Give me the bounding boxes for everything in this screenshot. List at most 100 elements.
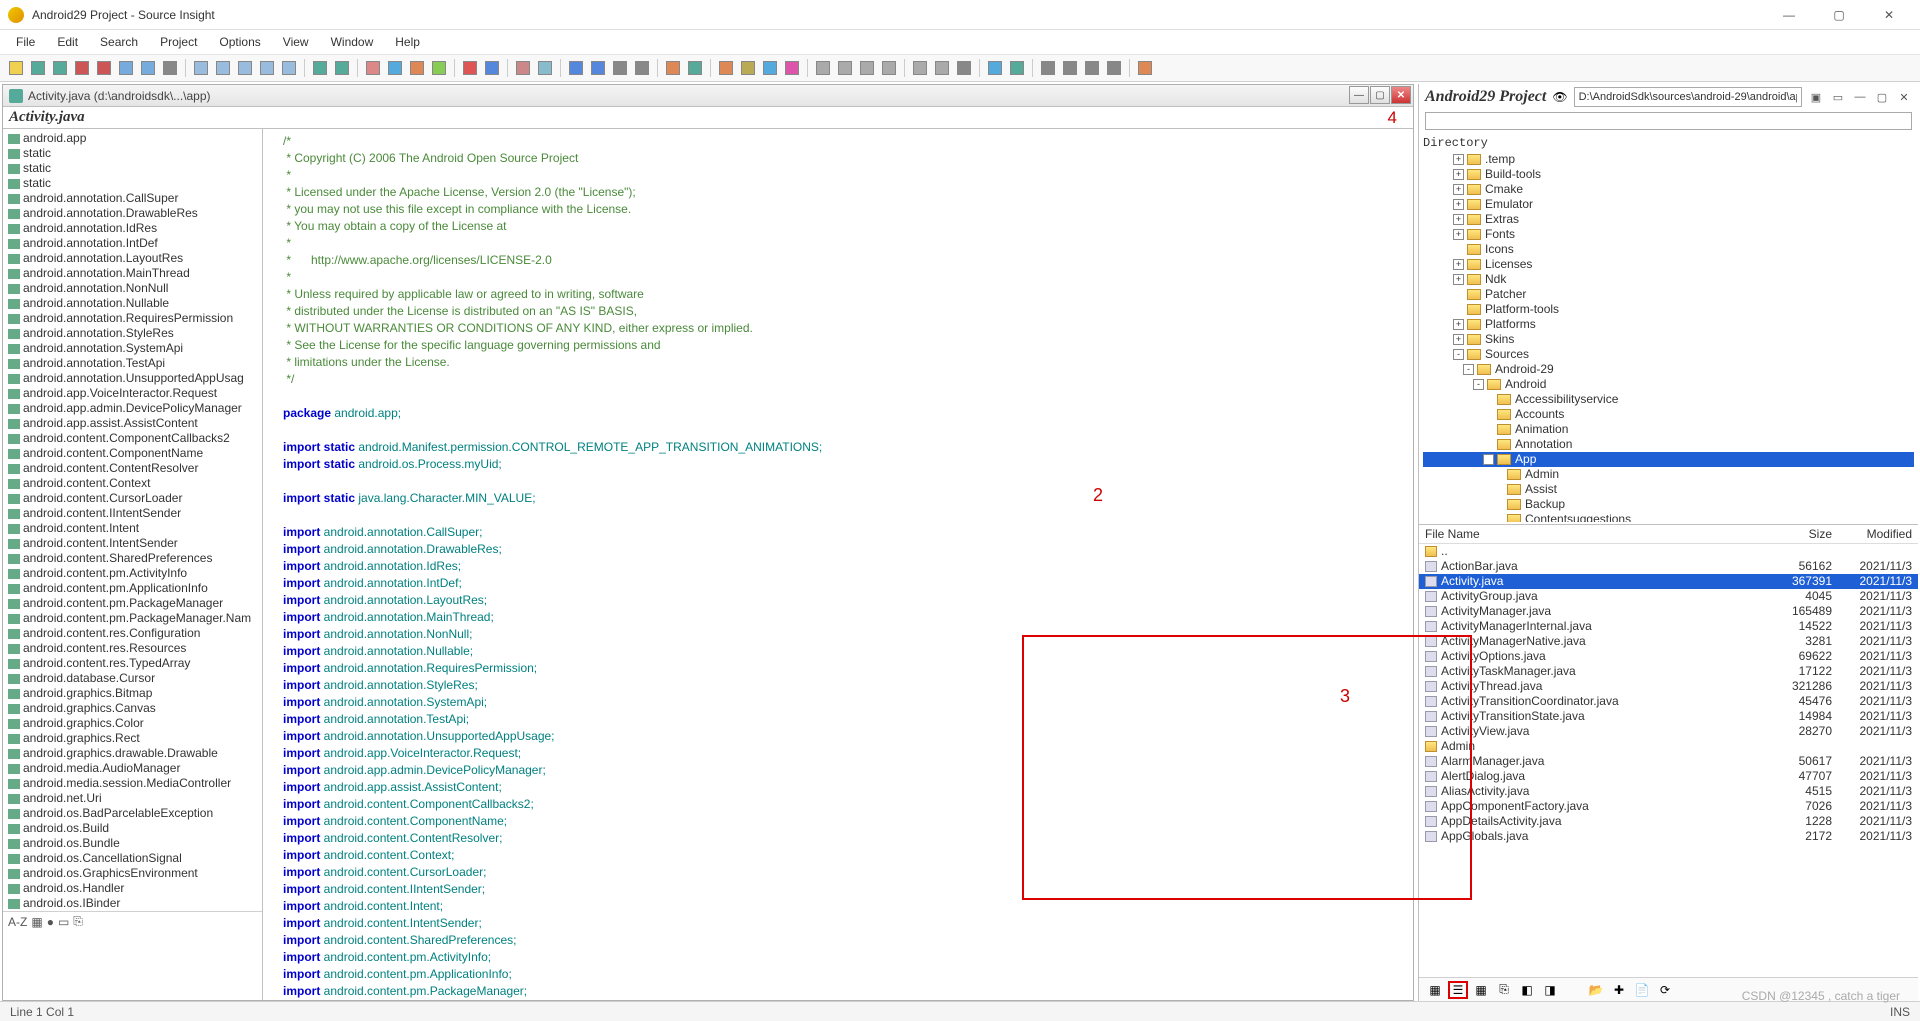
tree-item[interactable]: Platform-tools — [1423, 302, 1914, 317]
toolbar-btn-23[interactable] — [460, 58, 480, 78]
file-row[interactable]: AlarmManager.java506172021/11/3 — [1419, 754, 1918, 769]
symbol-item[interactable]: static — [3, 146, 262, 161]
symbol-item[interactable]: android.os.GraphicsEnvironment — [3, 866, 262, 881]
tree-item[interactable]: -Android — [1423, 377, 1914, 392]
symbol-item[interactable]: android.media.session.MediaController — [3, 776, 262, 791]
symbol-item[interactable]: android.os.IBinder — [3, 896, 262, 911]
symbol-item[interactable]: android.content.res.TypedArray — [3, 656, 262, 671]
symbol-item[interactable]: android.graphics.Bitmap — [3, 686, 262, 701]
symbol-item[interactable]: android.annotation.CallSuper — [3, 191, 262, 206]
tree-item[interactable]: +Cmake — [1423, 182, 1914, 197]
symbol-item[interactable]: android.content.pm.PackageManager.Nam — [3, 611, 262, 626]
sym-btn-2[interactable]: ● — [47, 915, 54, 929]
tree-item[interactable]: Contentsuggestions — [1423, 512, 1914, 522]
editor-minimize-button[interactable]: — — [1349, 86, 1369, 104]
toolbar-btn-59[interactable] — [1135, 58, 1155, 78]
menu-options[interactable]: Options — [209, 32, 270, 52]
ptb-doc[interactable]: 📄 — [1632, 981, 1652, 999]
symbol-item[interactable]: android.annotation.TestApi — [3, 356, 262, 371]
menu-file[interactable]: File — [6, 32, 45, 52]
toolbar-btn-12[interactable] — [257, 58, 277, 78]
proj-btn-3[interactable]: — — [1852, 89, 1868, 105]
menu-view[interactable]: View — [273, 32, 319, 52]
sort-az-icon[interactable]: A-Z — [8, 915, 27, 929]
toolbar-btn-52[interactable] — [1007, 58, 1027, 78]
symbol-item[interactable]: android.graphics.Canvas — [3, 701, 262, 716]
toolbar-btn-0[interactable] — [6, 58, 26, 78]
symbol-item[interactable]: static — [3, 161, 262, 176]
menu-help[interactable]: Help — [385, 32, 430, 52]
tree-item[interactable]: Icons — [1423, 242, 1914, 257]
maximize-button[interactable]: ▢ — [1816, 1, 1862, 29]
tree-item[interactable]: Patcher — [1423, 287, 1914, 302]
toolbar-btn-6[interactable] — [138, 58, 158, 78]
ptb-4[interactable]: ⎘ — [1494, 981, 1514, 999]
file-row[interactable]: ActivityManagerNative.java32812021/11/3 — [1419, 634, 1918, 649]
toolbar-btn-5[interactable] — [116, 58, 136, 78]
toolbar-btn-30[interactable] — [588, 58, 608, 78]
file-row[interactable]: ActivityView.java282702021/11/3 — [1419, 724, 1918, 739]
tree-item[interactable]: -Android-29 — [1423, 362, 1914, 377]
symbol-item[interactable]: android.app.admin.DevicePolicyManager — [3, 401, 262, 416]
proj-btn-1[interactable]: ▣ — [1808, 89, 1824, 105]
symbol-item[interactable]: android.annotation.LayoutRes — [3, 251, 262, 266]
file-row[interactable]: AppComponentFactory.java70262021/11/3 — [1419, 799, 1918, 814]
menu-window[interactable]: Window — [321, 32, 384, 52]
tree-item[interactable]: +.temp — [1423, 152, 1914, 167]
toolbar-btn-16[interactable] — [332, 58, 352, 78]
toolbar-btn-35[interactable] — [685, 58, 705, 78]
toolbar-btn-44[interactable] — [857, 58, 877, 78]
toolbar-btn-1[interactable] — [28, 58, 48, 78]
file-row[interactable]: ActivityGroup.java40452021/11/3 — [1419, 589, 1918, 604]
tree-item[interactable]: Accessibilityservice — [1423, 392, 1914, 407]
symbol-item[interactable]: android.annotation.IdRes — [3, 221, 262, 236]
toolbar-btn-20[interactable] — [407, 58, 427, 78]
tree-item[interactable]: Accounts — [1423, 407, 1914, 422]
tree-item[interactable]: Backup — [1423, 497, 1914, 512]
tree-item[interactable]: -App — [1423, 452, 1914, 467]
toolbar-btn-4[interactable] — [94, 58, 114, 78]
symbol-item[interactable]: android.app — [3, 131, 262, 146]
proj-btn-4[interactable]: ▢ — [1874, 89, 1890, 105]
symbol-item[interactable]: android.content.res.Resources — [3, 641, 262, 656]
toolbar-btn-31[interactable] — [610, 58, 630, 78]
symbol-item[interactable]: android.content.ComponentName — [3, 446, 262, 461]
toolbar-btn-56[interactable] — [1082, 58, 1102, 78]
toolbar-btn-48[interactable] — [932, 58, 952, 78]
ptb-1[interactable]: ▦ — [1425, 981, 1445, 999]
sym-btn-1[interactable]: ▦ — [31, 915, 42, 929]
ptb-5[interactable]: ◧ — [1517, 981, 1537, 999]
toolbar-btn-3[interactable] — [72, 58, 92, 78]
symbol-item[interactable]: android.content.pm.PackageManager — [3, 596, 262, 611]
menu-project[interactable]: Project — [150, 32, 207, 52]
toolbar-btn-13[interactable] — [279, 58, 299, 78]
symbol-item[interactable]: android.content.ContentResolver — [3, 461, 262, 476]
file-row[interactable]: .. — [1419, 544, 1918, 559]
tree-item[interactable]: +Platforms — [1423, 317, 1914, 332]
tree-item[interactable]: +Ndk — [1423, 272, 1914, 287]
symbol-item[interactable]: android.content.Context — [3, 476, 262, 491]
file-row[interactable]: ActivityOptions.java696222021/11/3 — [1419, 649, 1918, 664]
toolbar-btn-27[interactable] — [535, 58, 555, 78]
tree-item[interactable]: Admin — [1423, 467, 1914, 482]
project-filter-input[interactable] — [1425, 112, 1912, 130]
minimize-button[interactable]: — — [1766, 1, 1812, 29]
symbol-item[interactable]: android.graphics.Rect — [3, 731, 262, 746]
toolbar-btn-26[interactable] — [513, 58, 533, 78]
editor-maximize-button[interactable]: ▢ — [1370, 86, 1390, 104]
symbol-item[interactable]: android.annotation.SystemApi — [3, 341, 262, 356]
symbol-item[interactable]: android.annotation.DrawableRes — [3, 206, 262, 221]
symbol-item[interactable]: android.graphics.Color — [3, 716, 262, 731]
symbol-item[interactable]: android.annotation.RequiresPermission — [3, 311, 262, 326]
ptb-new[interactable]: ✚ — [1609, 981, 1629, 999]
symbol-item[interactable]: android.database.Cursor — [3, 671, 262, 686]
symbol-item[interactable]: android.content.IntentSender — [3, 536, 262, 551]
col-size[interactable]: Size — [1772, 527, 1832, 541]
toolbar-btn-15[interactable] — [310, 58, 330, 78]
symbol-item[interactable]: android.os.Bundle — [3, 836, 262, 851]
toolbar-btn-37[interactable] — [716, 58, 736, 78]
symbol-item[interactable]: android.os.CancellationSignal — [3, 851, 262, 866]
menu-search[interactable]: Search — [90, 32, 148, 52]
tree-item[interactable]: +Skins — [1423, 332, 1914, 347]
sym-btn-4[interactable]: ⎘ — [73, 914, 83, 929]
